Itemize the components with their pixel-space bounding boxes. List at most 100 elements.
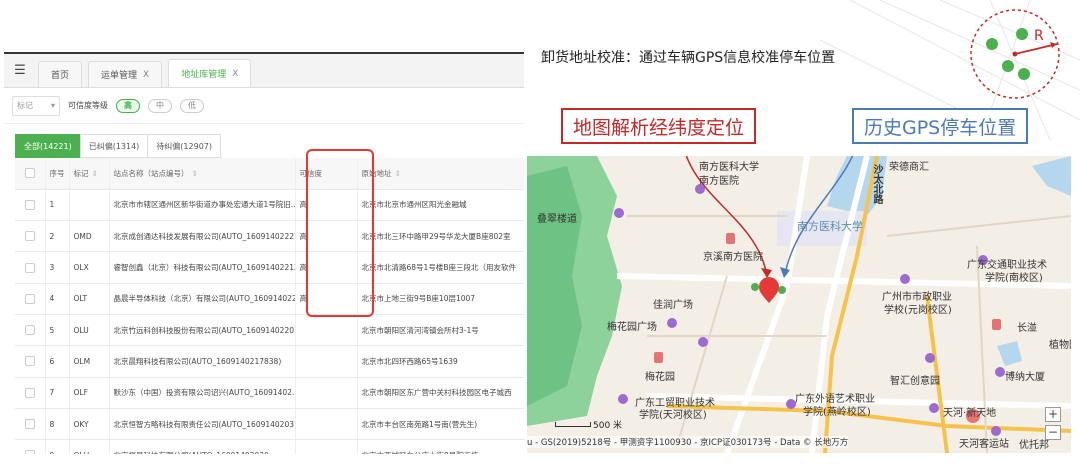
map-label: 荣德商汇 <box>889 162 929 173</box>
row-address: 北京市朝阳区清河湾镇会所村3-1号 <box>357 314 524 347</box>
row-checkbox[interactable] <box>15 439 46 454</box>
subtab-all[interactable]: 全部(14221) <box>15 134 81 158</box>
filter-bar: 标记 ▾ 可信度等级 高 中 低 <box>4 88 524 124</box>
map-label: 京溪南方医院 <box>703 252 763 263</box>
column-header-site-name[interactable]: 站点名称（站点编号） ⇕ <box>109 158 296 190</box>
column-header-label: 标记 <box>73 168 89 178</box>
row-address: 北京市丰台区南苑路1号南(营先生) <box>357 408 524 441</box>
table-row[interactable]: 8 OKY 北京恒智方略科技有限责任公司(AUTO_16091402031... 北京… <box>15 408 524 441</box>
tab-bar: ☰ 首页 运单管理 X 地址库管理 X <box>4 54 524 88</box>
status-subtabs: 全部(14221) 已纠偏(1314) 待纠偏(12907) <box>4 124 524 158</box>
map-label: 学校(元岗校区) <box>884 305 952 316</box>
table-row[interactable]: 6 OLM 北京晨翔科技有限公司(AUTO_1609140217838) 北京市北四环… <box>15 345 524 378</box>
tab-home[interactable]: 首页 <box>38 61 83 87</box>
column-header-label: 站点名称（站点编号） <box>113 168 189 178</box>
map-label: 梅花园 <box>645 372 675 383</box>
row-no: 9 <box>45 439 70 454</box>
map-label: 梅花园广场 <box>607 322 657 333</box>
menu-toggle-icon[interactable]: ☰ <box>8 54 32 87</box>
row-no: 8 <box>45 408 70 441</box>
credibility-medium-pill[interactable]: 中 <box>148 98 172 113</box>
table-row[interactable]: 5 OLU 北京竹远科创科技股份有限公司(AUTO_16091402201... 北京… <box>15 314 524 347</box>
map-scale: 500 米 <box>555 418 622 431</box>
table-row[interactable]: 9OLH北京恒星科技有限公司(AUTO_16091402030... 北京市西城区… <box>15 439 524 454</box>
row-no: 3 <box>45 251 70 284</box>
close-icon[interactable]: X <box>143 70 149 80</box>
tab-address-library[interactable]: 地址库管理 X <box>168 59 252 87</box>
table-row[interactable]: 7 OLF 默沙东（中国）投资有限公司诏兴(AUTO_16091402... 北京市朝… <box>15 377 524 409</box>
map-view[interactable]: 南方医科大学 南方医院 南方医科大学 京溪南方医院 佳润广场 梅花园广场 梅花园 广东工贸职业… <box>527 156 1071 453</box>
column-header-no: 序号 <box>45 158 70 190</box>
row-checkbox[interactable] <box>15 314 46 347</box>
row-site-name: 北京晨翔科技有限公司(AUTO_1609140217838) <box>109 345 296 378</box>
table-row[interactable]: 2 OMD 北京成创通达科技发展有限公司(AUTO_16091402227... 高北… <box>15 220 524 253</box>
subtab-corrected[interactable]: 已纠偏(1314) <box>79 134 149 158</box>
credibility-low-pill[interactable]: 低 <box>180 98 204 113</box>
row-address: 北京市北京市通州区阳光金融城 <box>357 189 524 222</box>
row-credibility <box>295 345 358 378</box>
map-label: 南方医院 <box>699 176 739 187</box>
tab-waybill[interactable]: 运单管理 X <box>88 61 163 87</box>
row-address: 北京市北三环中路甲29号华龙大厦B座802室 <box>357 220 524 253</box>
row-tag: OKY <box>69 408 110 441</box>
row-checkbox[interactable] <box>15 283 46 315</box>
row-credibility <box>295 377 358 409</box>
map-label: 学院(燕岭校区) <box>803 407 871 418</box>
row-no: 5 <box>45 314 70 347</box>
map-copyright: u - GS(2019)5218号 - 甲测资字1100930 - 京ICP证0… <box>527 436 849 448</box>
subtab-pending[interactable]: 待纠偏(12907) <box>147 134 222 158</box>
map-geocode-label: 地图解析经纬度定位 <box>561 108 757 144</box>
table-header-row: 序号 标记 ⇕ 站点名称（站点编号） ⇕ 可信度 原始地址 ⇕ <box>15 158 524 190</box>
column-header-tag[interactable]: 标记 ⇕ <box>69 158 110 190</box>
row-tag: OLU <box>69 314 110 347</box>
row-site-name: 北京市市辖区通州区新华街道办事处宏通大道1号院旧... <box>109 189 296 222</box>
row-no: 1 <box>45 189 70 222</box>
row-checkbox[interactable] <box>15 377 46 409</box>
zoom-out-button[interactable]: − <box>1045 425 1061 440</box>
tab-label: 首页 <box>51 71 70 81</box>
row-tag: OLM <box>69 345 110 378</box>
row-tag <box>69 189 110 222</box>
tag-select[interactable]: 标记 ▾ <box>12 95 60 116</box>
map-label: 叠翠楼道 <box>537 214 577 225</box>
row-site-name: 默沙东（中国）投资有限公司诏兴(AUTO_16091402... <box>109 377 296 409</box>
row-credibility <box>295 408 358 441</box>
row-checkbox[interactable] <box>15 251 46 284</box>
table-row[interactable]: 1 北京市市辖区通州区新华街道办事处宏通大道1号院旧... 高北京市北京市通州区阳光… <box>15 189 524 222</box>
map-label: 沙太北路 <box>871 164 882 204</box>
row-no: 2 <box>45 220 70 253</box>
tab-label: 地址库管理 <box>181 70 227 80</box>
select-all-checkbox[interactable] <box>15 158 46 190</box>
close-icon[interactable]: X <box>232 69 238 79</box>
map-label: 学院(南校区) <box>985 273 1043 284</box>
zoom-in-button[interactable]: + <box>1045 407 1061 422</box>
row-no: 4 <box>45 283 70 315</box>
map-label: 南方医科大学 <box>699 162 759 173</box>
column-header-address[interactable]: 原始地址 ⇕ <box>357 158 524 190</box>
address-library-app: ☰ 首页 运单管理 X 地址库管理 X 标记 ▾ 可信度等级 高 中 低 全部(… <box>4 52 524 454</box>
map-label: 南方医科大学 <box>797 220 863 233</box>
chevron-down-icon: ▾ <box>50 101 55 110</box>
row-address: 北京市西城区车公庄大街9号院五栋 <box>357 439 524 454</box>
row-credibility <box>295 439 358 454</box>
row-no: 6 <box>45 345 70 378</box>
row-site-name: 北京成创通达科技发展有限公司(AUTO_16091402227... <box>109 220 296 253</box>
sort-icon[interactable]: ⇕ <box>92 169 98 178</box>
credibility-high-pill[interactable]: 高 <box>116 98 140 113</box>
row-site-name: 睿智创鑫（北京）科技有限公司(AUTO_16091402212... <box>109 251 296 284</box>
row-checkbox[interactable] <box>15 345 46 378</box>
calibration-title: 卸货地址校准：通过车辆GPS信息校准停车位置 <box>541 50 836 66</box>
sort-icon[interactable]: ⇕ <box>395 169 401 178</box>
table-row[interactable]: 3 OLX 睿智创鑫（北京）科技有限公司(AUTO_16091402212... 高北… <box>15 251 524 284</box>
radius-label: R <box>1034 28 1044 44</box>
table-row[interactable]: 4 OLT 晶晨半导体科技（北京）有限公司(AUTO_160914022... 高北京… <box>15 283 524 315</box>
map-label: 天河客运站 <box>959 439 1009 450</box>
map-label: 佳润广场 <box>653 300 693 311</box>
row-checkbox[interactable] <box>15 408 46 441</box>
sort-icon[interactable]: ⇕ <box>192 169 198 178</box>
row-checkbox[interactable] <box>15 220 46 253</box>
row-checkbox[interactable] <box>15 189 46 222</box>
map-label: 博纳大厦 <box>1005 372 1045 383</box>
row-tag: OLH <box>69 439 110 454</box>
row-address: 北京市上地三街9号B座10层1007 <box>357 283 524 315</box>
